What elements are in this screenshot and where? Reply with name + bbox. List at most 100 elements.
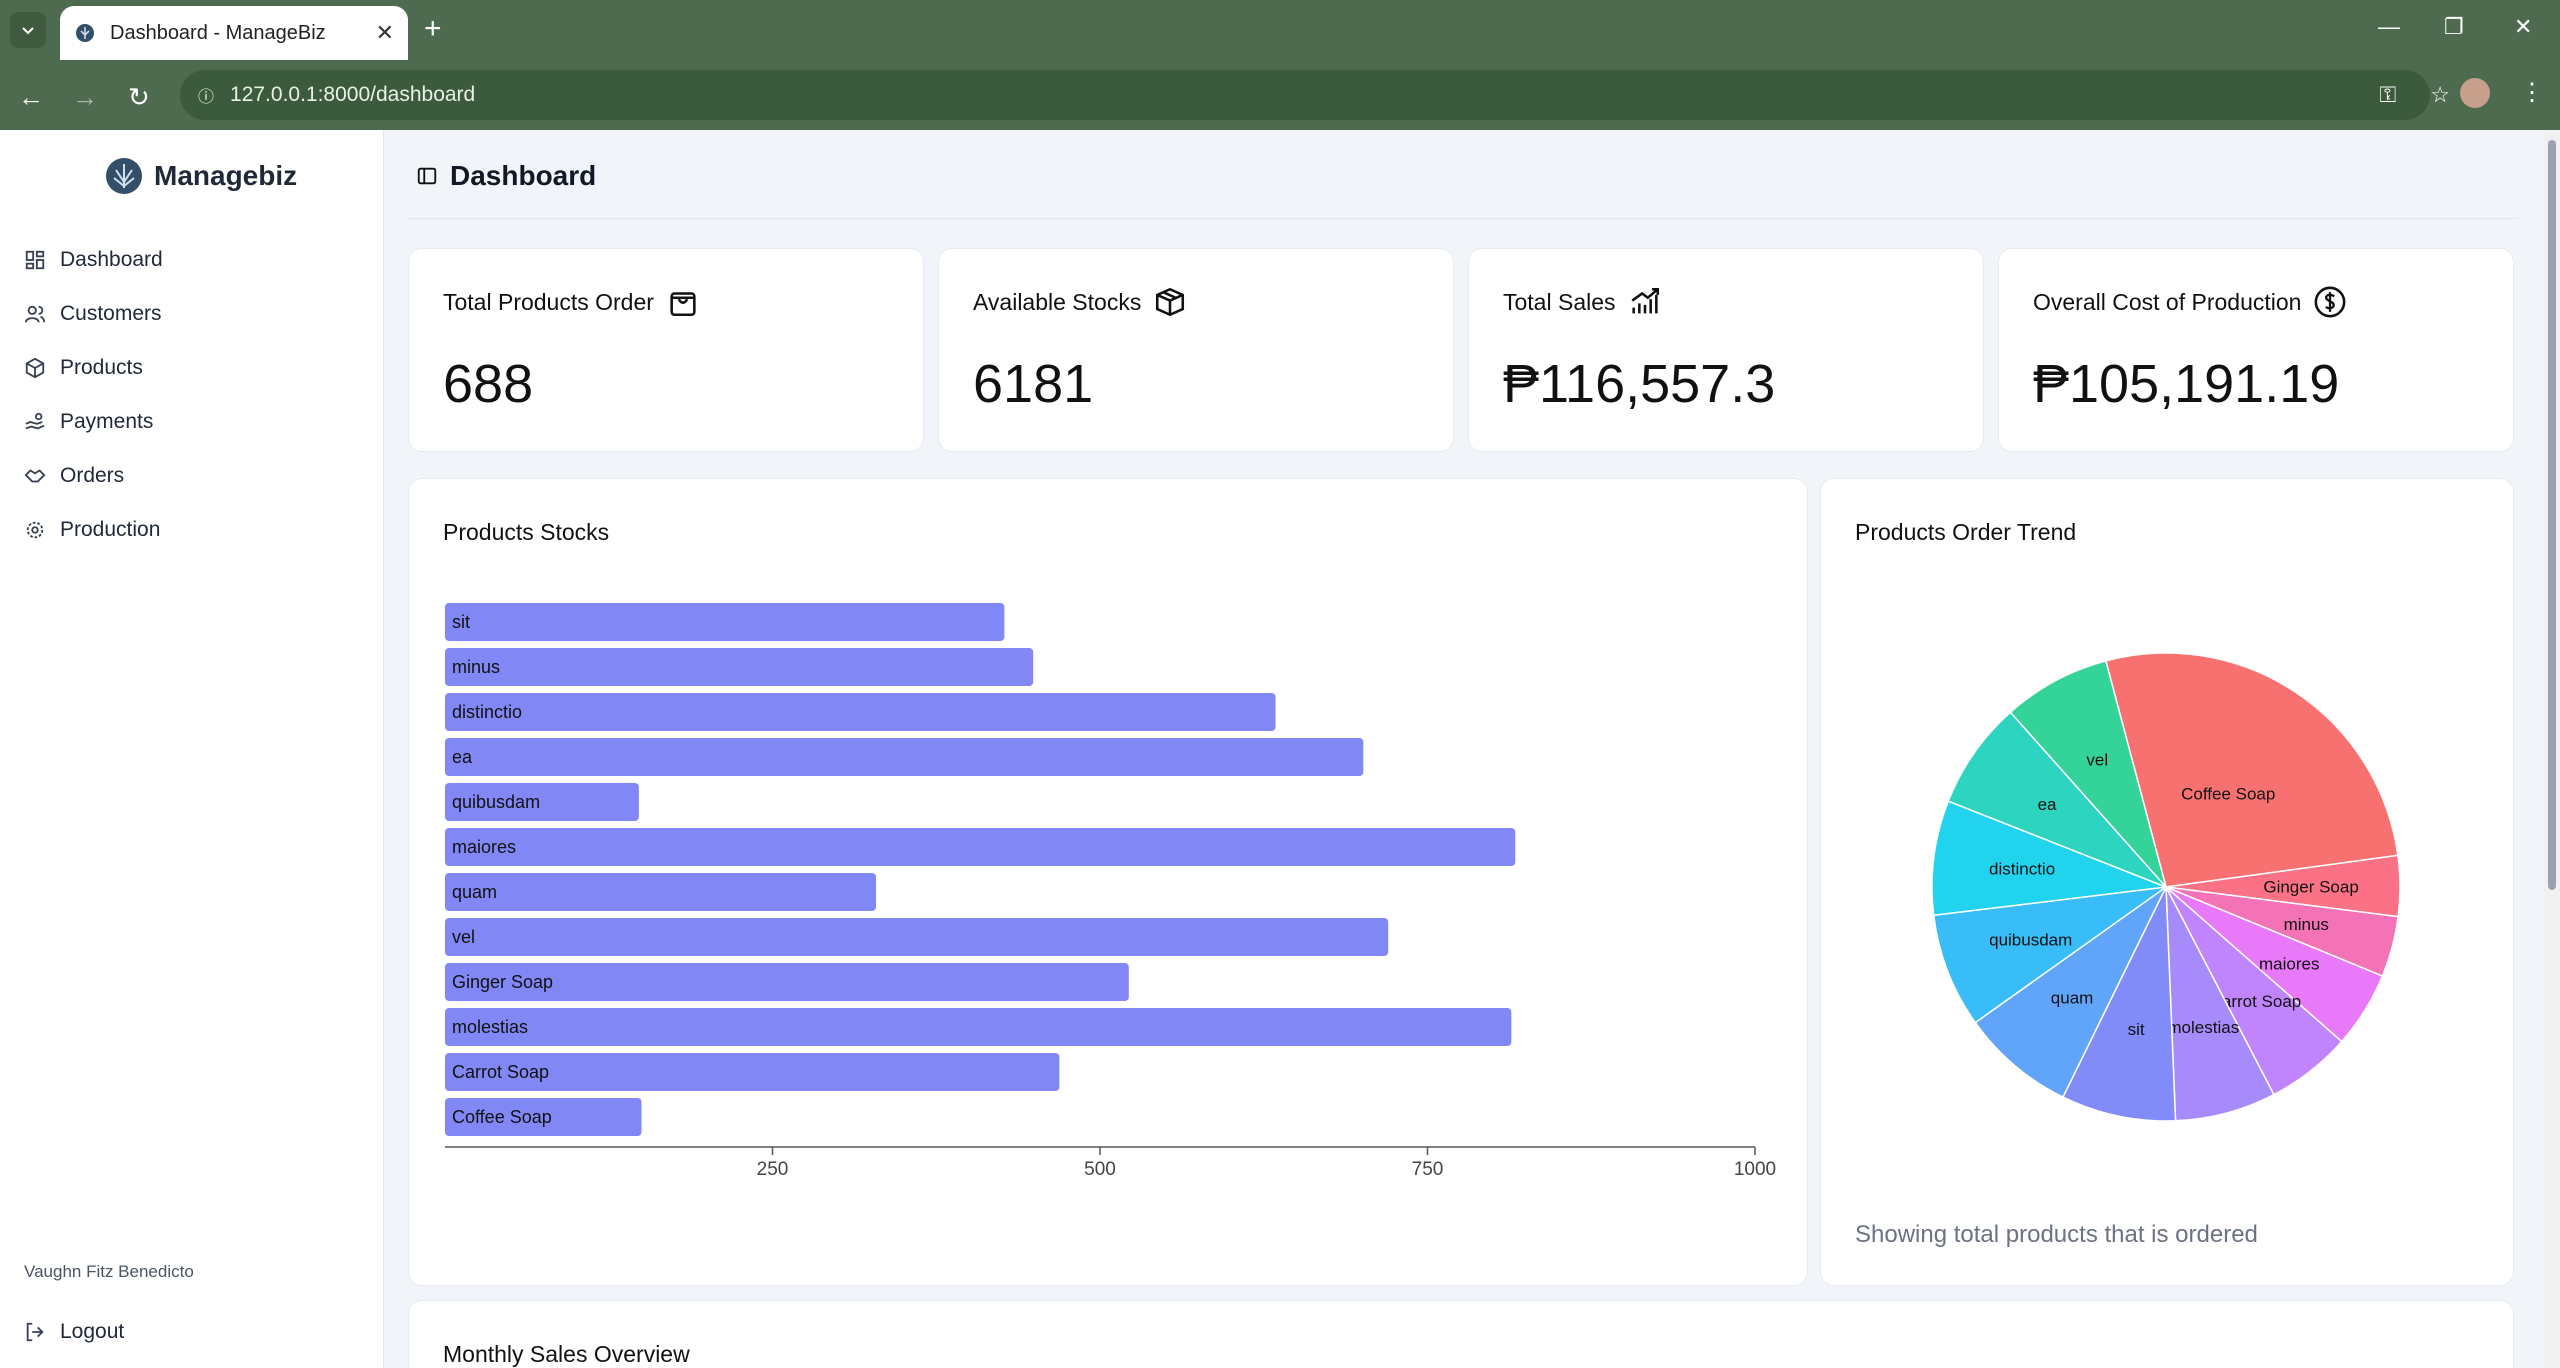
- pie-label: maiores: [2259, 955, 2319, 974]
- close-window-icon[interactable]: ✕: [2514, 14, 2532, 40]
- sidebar-item-label: Production: [60, 518, 161, 541]
- package-icon: [1156, 287, 1185, 317]
- stat-value: 6181: [973, 354, 1094, 414]
- sidebar: Managebiz Dashboard Customers Products P…: [0, 130, 384, 1368]
- stat-value: ₱116,557.3: [1503, 354, 1776, 414]
- bar-label: distinctio: [452, 702, 522, 722]
- pie-label: distinctio: [1989, 860, 2055, 879]
- products-stocks-card: Products Stocks sit minus distinctio ea quib…: [408, 478, 1808, 1286]
- bar-label: ea: [452, 747, 473, 767]
- browser-toolbar: ← → ↻ ⓘ 127.0.0.1:8000/dashboard ⚿ ☆: [0, 60, 2560, 130]
- brand-logo[interactable]: Managebiz: [104, 156, 297, 196]
- stat-label: Total Sales: [1503, 288, 1616, 315]
- password-key-icon[interactable]: ⚿: [2380, 82, 2397, 108]
- bookmark-star-icon[interactable]: ☆: [2430, 82, 2450, 108]
- stat-card-available-stocks: Available Stocks 6181: [938, 248, 1454, 452]
- browser-tab-strip: Dashboard - ManageBiz ✕ + — ❐ ✕: [0, 0, 2560, 60]
- scroll-thumb[interactable]: [2548, 140, 2556, 890]
- logout-icon: [26, 1322, 44, 1342]
- reload-icon[interactable]: ↻: [128, 82, 150, 113]
- pie-label: molestias: [2167, 1018, 2239, 1037]
- sidebar-item-label: Products: [60, 356, 143, 379]
- cog-icon: [26, 521, 44, 539]
- stat-label-wrap: Total Sales: [1503, 285, 1662, 319]
- bar-vel[interactable]: [445, 918, 1389, 956]
- users-icon: [24, 305, 46, 323]
- stat-label: Overall Cost of Production: [2033, 288, 2302, 315]
- sidebar-toggle-icon[interactable]: [416, 165, 438, 187]
- sidebar-item-payments[interactable]: Payments: [24, 410, 153, 434]
- sidebar-item-orders[interactable]: Orders: [24, 464, 124, 488]
- stat-label-wrap: Overall Cost of Production: [2033, 285, 2347, 319]
- stat-card-total-products-order: Total Products Order 688: [408, 248, 924, 452]
- bar-label: quam: [452, 882, 497, 902]
- tab-title: Dashboard - ManageBiz: [110, 21, 326, 44]
- sidebar-item-dashboard[interactable]: Dashboard: [24, 248, 163, 272]
- logout-button[interactable]: Logout: [24, 1320, 124, 1344]
- sidebar-item-customers[interactable]: Customers: [24, 302, 162, 326]
- pie-label: quibusdam: [1989, 930, 2072, 949]
- sidebar-item-production[interactable]: Production: [24, 518, 160, 542]
- stat-value: ₱105,191.19: [2033, 354, 2340, 414]
- dollar-circle-icon: [2315, 286, 2346, 318]
- bar-sit[interactable]: [445, 603, 1005, 641]
- logout-label: Logout: [60, 1320, 125, 1343]
- chevron-down-icon: [22, 27, 34, 35]
- products-order-pie-chart: Coffee SoapGinger SoapminusmaioresCarrot…: [1931, 652, 2401, 1122]
- bar-label: Ginger Soap: [452, 972, 553, 992]
- bar-minus[interactable]: [445, 648, 1034, 686]
- bar-label: Coffee Soap: [452, 1107, 552, 1127]
- managebiz-favicon-icon: [76, 24, 94, 42]
- chart-up-icon: [1631, 287, 1659, 314]
- chart-caption: Showing total products that is ordered: [1855, 1221, 2258, 1248]
- bar-ea[interactable]: [445, 738, 1364, 776]
- back-icon[interactable]: ←: [18, 82, 44, 113]
- bar-maiores[interactable]: [445, 828, 1516, 866]
- site-info-icon[interactable]: ⓘ: [198, 83, 214, 107]
- page-scrollbar[interactable]: [2544, 130, 2560, 1368]
- bar-molestias[interactable]: [445, 1008, 1512, 1046]
- monthly-sales-card: Monthly Sales Overview: [408, 1300, 2514, 1368]
- bar-quam[interactable]: [445, 873, 876, 911]
- pie-label: Coffee Soap: [2181, 785, 2275, 804]
- minimize-icon[interactable]: —: [2378, 14, 2400, 40]
- managebiz-logo-icon: [106, 158, 142, 194]
- bar-label: Carrot Soap: [452, 1062, 549, 1082]
- stat-label-wrap: Total Products Order: [443, 285, 700, 319]
- x-tick-label: 750: [1412, 1159, 1444, 1180]
- close-tab-icon[interactable]: ✕: [376, 20, 394, 46]
- x-tick-label: 500: [1084, 1159, 1116, 1180]
- forward-icon[interactable]: →: [72, 82, 98, 113]
- browser-menu-icon[interactable]: ⋮: [2520, 78, 2544, 107]
- current-user-name: Vaughn Fitz Benedicto: [24, 1262, 194, 1281]
- pie-label: minus: [2284, 915, 2329, 934]
- sidebar-item-label: Orders: [60, 464, 125, 487]
- page-title: Dashboard: [450, 160, 597, 191]
- restore-icon[interactable]: ❐: [2444, 14, 2464, 40]
- browser-tab-active[interactable]: Dashboard - ManageBiz ✕: [60, 6, 408, 60]
- pie-label: quam: [2051, 989, 2094, 1008]
- address-bar[interactable]: ⓘ 127.0.0.1:8000/dashboard: [180, 70, 2430, 120]
- stat-card-total-sales: Total Sales ₱116,557.3: [1468, 248, 1984, 452]
- brand-name: Managebiz: [154, 160, 298, 191]
- shopping-bag-icon: [670, 292, 696, 317]
- stat-card-overall-cost: Overall Cost of Production ₱105,191.19: [1998, 248, 2514, 452]
- box-icon: [25, 357, 45, 379]
- stat-label: Total Products Order: [443, 288, 654, 315]
- main-content: Dashboard Total Products Order 688 Avail…: [384, 130, 2544, 1368]
- hand-coins-icon: [25, 412, 45, 430]
- x-tick-label: 1000: [1734, 1159, 1776, 1180]
- layout-grid-icon: [25, 250, 45, 270]
- tab-search-button[interactable]: [10, 12, 46, 48]
- new-tab-icon[interactable]: +: [424, 14, 442, 44]
- profile-avatar[interactable]: [2460, 78, 2490, 108]
- bar-label: minus: [452, 657, 500, 677]
- pie-label: ea: [2038, 795, 2057, 814]
- products-stocks-chart: sit minus distinctio ea quibusdam maiores quam…: [445, 603, 1776, 1180]
- handshake-icon: [24, 469, 46, 483]
- sidebar-item-products[interactable]: Products: [24, 356, 143, 380]
- bar-label: maiores: [452, 837, 516, 857]
- pie-label: sit: [2128, 1020, 2145, 1039]
- products-order-trend-card: Products Order Trend Coffee Soap Ginger S…: [1820, 478, 2514, 1286]
- bar-distinctio[interactable]: [445, 693, 1276, 731]
